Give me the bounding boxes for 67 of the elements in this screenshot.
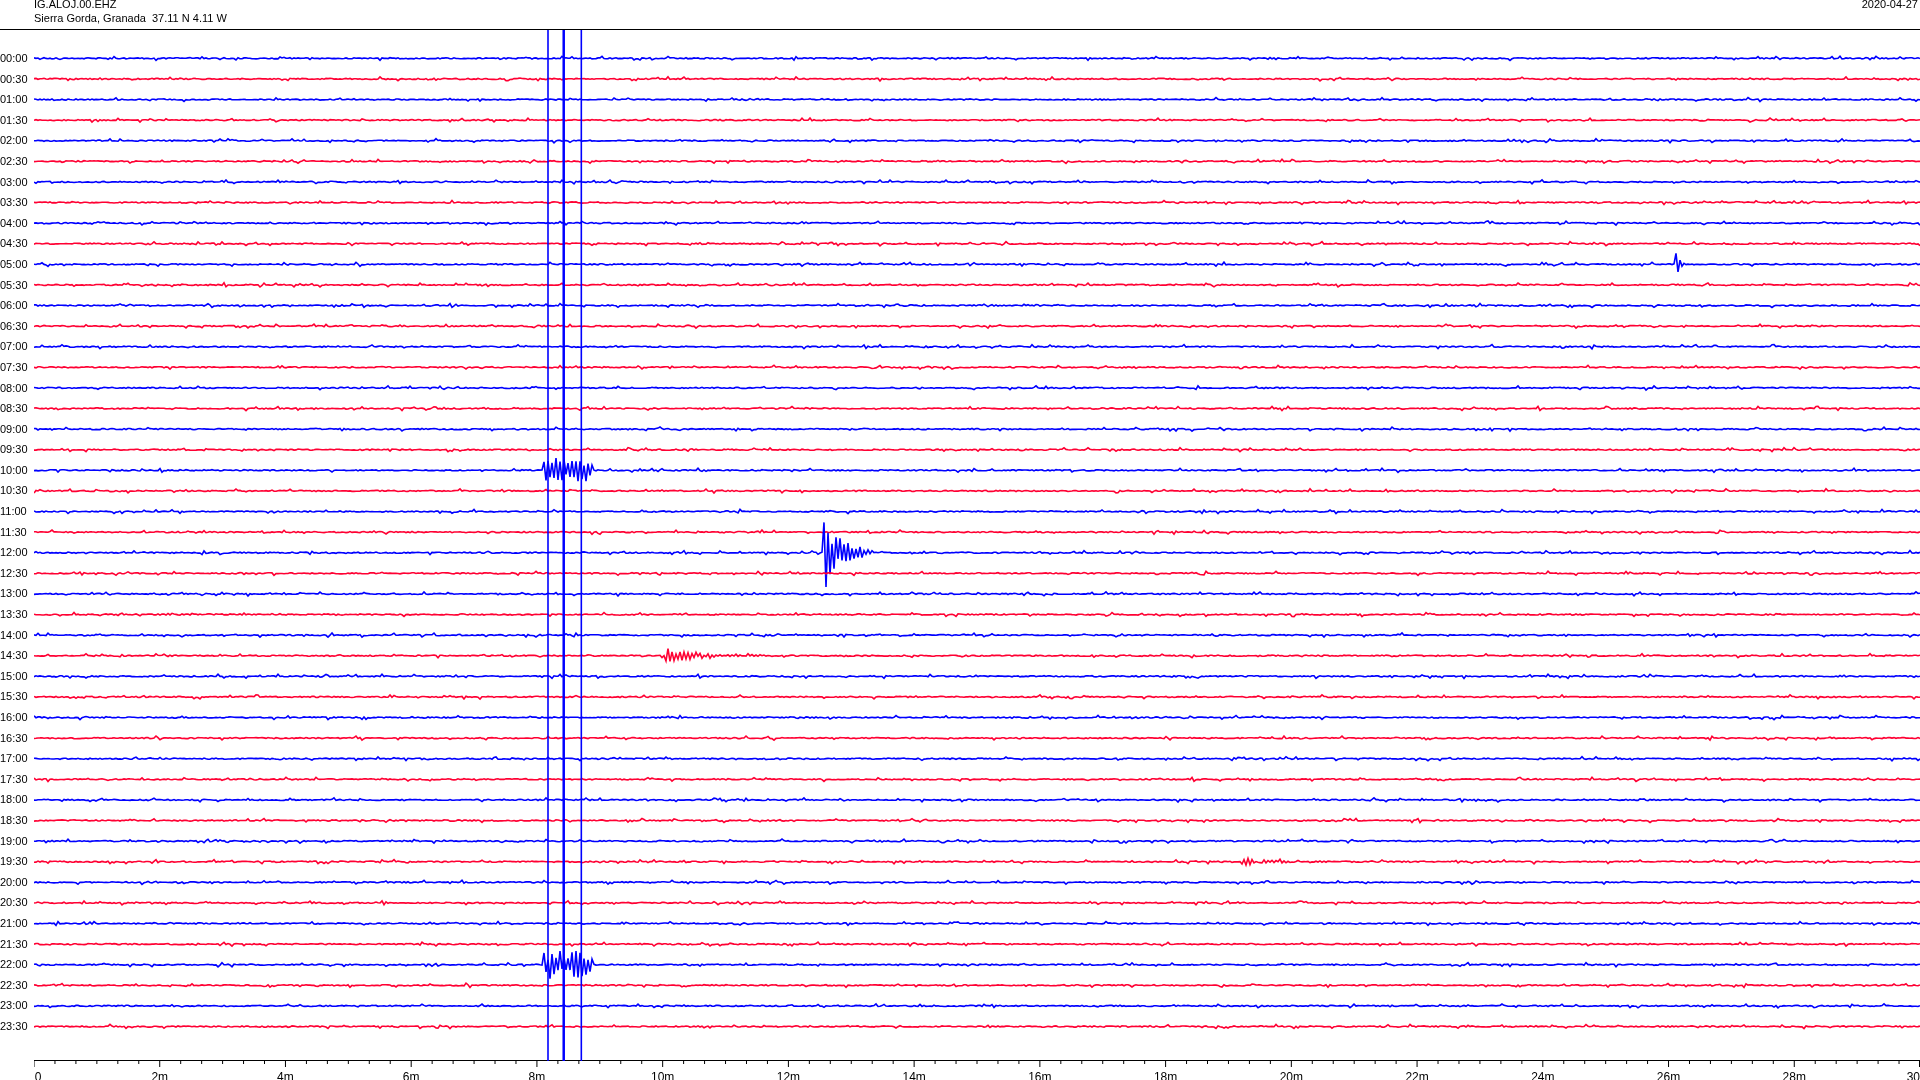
axis-tick-label: 14m: [902, 1069, 926, 1080]
time-label: 11:00: [0, 504, 28, 520]
time-label: 03:00: [0, 174, 29, 190]
axis-tick-label: 4m: [277, 1069, 294, 1080]
time-label: 05:00: [0, 256, 29, 272]
time-label: 06:00: [0, 298, 29, 314]
time-label: 06:30: [0, 318, 29, 334]
axis-tick-label: 16m: [1028, 1069, 1052, 1080]
time-label: 10:00: [0, 462, 29, 478]
time-label: 21:30: [0, 936, 29, 952]
time-label: 02:00: [0, 133, 29, 149]
time-label: 09:00: [0, 421, 29, 437]
time-label: 07:30: [0, 359, 29, 375]
time-label: 20:30: [0, 895, 29, 911]
time-label: 05:30: [0, 277, 29, 293]
time-label: 16:00: [0, 710, 29, 725]
time-label: 08:00: [0, 380, 29, 396]
date-label: 2020-04-27: [1861, 0, 1918, 11]
time-label: 01:00: [0, 92, 29, 108]
time-label: 03:30: [0, 195, 29, 211]
time-label: 12:00: [0, 545, 29, 561]
time-label: 22:30: [0, 977, 29, 993]
time-label: 15:00: [0, 668, 29, 684]
time-label: 00:00: [0, 51, 29, 66]
time-label: 14:00: [0, 627, 29, 643]
axis-tick-label: 30: [1906, 1069, 1920, 1080]
axis-tick-label: 22m: [1405, 1069, 1429, 1080]
time-label: 15:30: [0, 689, 29, 705]
axis-tick-label: 28m: [1782, 1069, 1806, 1080]
axis-tick-label: 10m: [651, 1069, 675, 1080]
time-label: 23:00: [0, 998, 29, 1014]
time-label: 23:30: [0, 1018, 29, 1034]
time-label: 08:30: [0, 401, 29, 417]
time-label: 12:30: [0, 565, 29, 581]
axis-tick-label: 2m: [151, 1069, 169, 1080]
axis-tick-label: 20m: [1279, 1069, 1303, 1080]
time-label: 19:30: [0, 854, 29, 870]
axis-tick-label: 26m: [1656, 1069, 1681, 1080]
axis-tick-label: 18m: [1153, 1069, 1178, 1080]
axis-tick-label: 0: [34, 1069, 42, 1080]
time-label: 20:00: [0, 874, 29, 890]
time-label: 04:00: [0, 215, 29, 231]
axis-tick-label: 8m: [528, 1069, 546, 1080]
time-label: 17:00: [0, 751, 29, 767]
axis-tick-label: 6m: [402, 1069, 420, 1080]
time-label: 17:30: [0, 771, 29, 787]
time-label: 18:00: [0, 792, 29, 808]
time-label: 11:30: [0, 524, 28, 540]
time-label: 22:00: [0, 957, 29, 973]
axis-tick-label: 12m: [776, 1069, 801, 1080]
station-location: Sierra Gorda, Granada 37.11 N 4.11 W: [34, 11, 227, 25]
station-code: IG.ALOJ.00.EHZ: [34, 0, 118, 11]
time-label: 00:30: [0, 71, 29, 87]
time-label: 13:00: [0, 586, 29, 602]
time-label: 21:00: [0, 915, 29, 931]
time-label: 09:30: [0, 442, 29, 458]
time-label: 04:30: [0, 236, 29, 252]
time-label: 18:30: [0, 812, 29, 828]
time-label: 07:00: [0, 339, 29, 355]
time-label: 19:00: [0, 833, 29, 849]
time-label: 14:30: [0, 648, 29, 664]
time-label: 13:30: [0, 607, 29, 623]
axis-tick-label: 24m: [1531, 1069, 1555, 1080]
time-label: 10:30: [0, 483, 29, 499]
time-label: 01:30: [0, 112, 29, 128]
time-label: 02:30: [0, 153, 29, 169]
time-label: 16:30: [0, 730, 29, 746]
